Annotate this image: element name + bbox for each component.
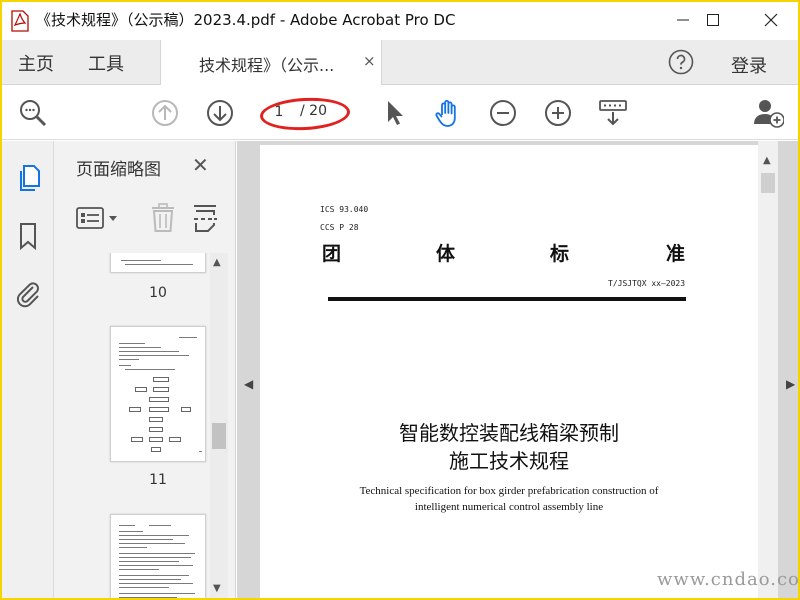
standard-char: 准	[666, 243, 686, 265]
panel-close-button[interactable]: ✕	[192, 153, 209, 177]
toolbar: / 20	[2, 86, 798, 140]
pdf-page: ICS 93.040 CCS P 28 团 体 标 准 T/JSJTQX xx—…	[260, 145, 758, 598]
document-scrollbar[interactable]: ▲	[758, 141, 778, 598]
paperclip-icon	[16, 282, 39, 308]
attachments-button[interactable]	[14, 279, 42, 309]
list-options-icon	[76, 207, 117, 229]
tab-bar: 主页 工具 技术规程》（公示... × 登录	[2, 40, 798, 85]
select-tool-button[interactable]	[380, 98, 410, 128]
next-page-button[interactable]	[205, 98, 235, 128]
acrobat-window: 《技术规程》（公示稿）2023.4.pdf - Adobe Acrobat Pr…	[2, 2, 798, 598]
document-tab-close-button[interactable]: ×	[363, 52, 376, 70]
page-thumbnail[interactable]	[110, 326, 206, 462]
thumbnail-page-number: 11	[149, 472, 167, 488]
thumbnail-page-number: 10	[149, 285, 167, 301]
pages-icon	[20, 165, 40, 191]
close-window-button[interactable]	[748, 2, 794, 38]
ccs-code: CCS P 28	[320, 223, 359, 232]
bookmarks-button[interactable]	[14, 221, 42, 251]
close-icon	[764, 13, 778, 27]
ics-code: ICS 93.040	[320, 205, 369, 214]
thumbnail-scrollbar[interactable]: ▲ ▼	[210, 253, 228, 598]
previous-page-button[interactable]	[150, 98, 180, 128]
panel-title: 页面缩略图	[76, 160, 161, 180]
scroll-up-arrow-icon[interactable]: ▲	[213, 257, 221, 268]
thumbnail-list: 10 11	[54, 253, 210, 598]
acrobat-pdf-icon	[11, 10, 29, 32]
standard-char: 团	[322, 243, 342, 265]
trash-icon	[152, 203, 174, 232]
document-tab-label: 技术规程》（公示...	[199, 56, 335, 75]
window-title: 《技术规程》（公示稿）2023.4.pdf - Adobe Acrobat Pr…	[36, 11, 456, 29]
hand-tool-button[interactable]	[433, 98, 463, 128]
document-tab[interactable]: 技术规程》（公示... ×	[160, 40, 382, 85]
keyboard-scroll-icon	[599, 100, 627, 126]
page-insert-icon	[194, 205, 217, 232]
document-title-zh-line2: 施工技术规程	[449, 449, 569, 473]
maximize-button[interactable]	[690, 2, 736, 38]
site-watermark: www.cndao.com	[657, 569, 798, 590]
magnifier-icon	[20, 100, 47, 127]
page-thumbnails-button[interactable]	[14, 163, 42, 193]
document-scrollbar-thumb[interactable]	[761, 173, 775, 193]
minimize-icon	[677, 19, 689, 21]
share-user-button[interactable]	[754, 98, 784, 128]
add-user-icon	[754, 100, 784, 128]
scroll-down-arrow-icon[interactable]: ▼	[213, 583, 221, 594]
document-viewport: ◀ ICS 93.040 CCS P 28 团 体 标 准 T/JSJTQX x…	[237, 141, 798, 598]
thumbnail-panel: 页面缩略图 ✕ 10 11 ▲ ▼	[54, 141, 236, 598]
plus-circle-icon	[545, 100, 571, 126]
title-bar: 《技术规程》（公示稿）2023.4.pdf - Adobe Acrobat Pr…	[2, 2, 798, 38]
zoom-search-button[interactable]	[18, 98, 48, 128]
insert-page-button[interactable]	[192, 203, 218, 233]
standard-code: T/JSJTQX xx—2023	[608, 279, 686, 288]
page-thumbnail[interactable]	[110, 514, 206, 598]
help-icon[interactable]	[668, 49, 694, 75]
minus-circle-icon	[490, 100, 516, 126]
expand-right-panel-icon[interactable]: ▶	[786, 377, 795, 391]
tools-tab[interactable]: 工具	[88, 50, 124, 76]
zoom-out-button[interactable]	[488, 98, 518, 128]
arrow-up-circle-icon	[152, 100, 178, 126]
scroll-mode-button[interactable]	[598, 98, 628, 128]
document-title-en-line2: intelligent numerical control assembly l…	[414, 501, 604, 513]
login-link[interactable]: 登录	[731, 52, 767, 78]
collapse-left-panel-icon[interactable]: ◀	[244, 377, 253, 391]
maximize-icon	[707, 14, 719, 26]
thumbnail-options-button[interactable]	[76, 203, 122, 233]
header-rule	[328, 297, 686, 301]
left-navigation-rail	[2, 141, 54, 598]
zoom-in-button[interactable]	[543, 98, 573, 128]
doc-scroll-up-arrow-icon[interactable]: ▲	[763, 155, 771, 166]
document-title-en-line1: Technical specification for box girder p…	[359, 485, 659, 497]
standard-char: 体	[436, 243, 456, 265]
delete-page-button[interactable]	[150, 203, 176, 233]
document-title-zh-line1: 智能数控装配线箱梁预制	[399, 421, 619, 445]
pointer-arrow-icon	[388, 101, 403, 125]
thumbnail-scrollbar-thumb[interactable]	[212, 423, 226, 449]
hand-icon	[435, 100, 456, 127]
home-tab[interactable]: 主页	[18, 50, 54, 76]
arrow-down-circle-icon	[207, 100, 233, 126]
standard-char: 标	[550, 243, 570, 265]
page-thumbnail[interactable]	[110, 253, 206, 273]
bookmark-icon	[20, 223, 36, 251]
